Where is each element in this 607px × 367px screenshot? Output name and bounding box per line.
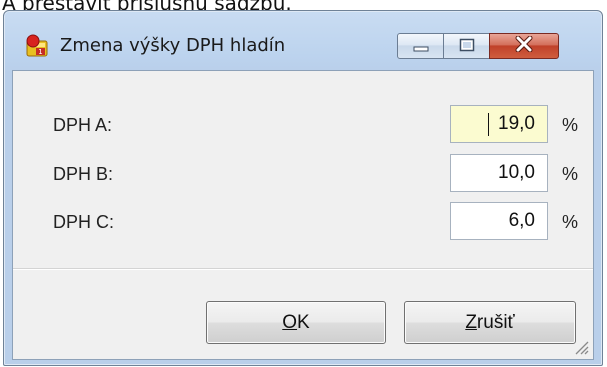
cancel-accelerator: Z	[465, 311, 477, 333]
maximize-button[interactable]	[443, 33, 490, 59]
close-button[interactable]	[489, 33, 559, 59]
label-dph-a: DPH A:	[53, 115, 113, 135]
dialog-window: 1 Zmena výšky DPH hladín DPH A: 19,0 % D…	[3, 10, 603, 366]
dph-b-value: 10,0	[498, 162, 535, 183]
close-icon	[515, 35, 533, 56]
separator-highlight	[13, 269, 593, 270]
cancel-label-rest: rušiť	[476, 311, 515, 333]
percent-unit-b: %	[562, 164, 579, 184]
minimize-button[interactable]	[397, 33, 444, 59]
dph-c-input[interactable]: 6,0	[450, 202, 548, 240]
ok-button[interactable]: OK	[206, 301, 386, 344]
cancel-button[interactable]: Zrušiť	[404, 301, 576, 344]
dialog-body: DPH A: 19,0 % DPH B: 10,0 % DPH C: 6,0 %…	[12, 70, 594, 360]
label-dph-b: DPH B:	[53, 164, 114, 184]
dph-b-input[interactable]: 10,0	[450, 154, 548, 192]
ok-label-rest: K	[297, 311, 310, 333]
maximize-icon	[459, 37, 475, 56]
dph-a-value: 19,0	[498, 113, 535, 134]
window-title: Zmena výšky DPH hladín	[60, 35, 286, 56]
svg-text:1: 1	[38, 48, 42, 56]
text-caret	[488, 113, 489, 136]
label-dph-c: DPH C:	[53, 212, 115, 232]
percent-unit-c: %	[562, 212, 579, 232]
minimize-icon	[413, 37, 429, 56]
ok-accelerator: O	[282, 311, 298, 333]
percent-unit-a: %	[562, 115, 579, 135]
app-icon: 1	[24, 34, 50, 60]
dph-c-value: 6,0	[508, 210, 535, 231]
dph-a-input[interactable]: 19,0	[450, 105, 548, 143]
resize-grip-icon[interactable]	[571, 337, 589, 355]
title-bar[interactable]: 1 Zmena výšky DPH hladín	[4, 11, 602, 69]
